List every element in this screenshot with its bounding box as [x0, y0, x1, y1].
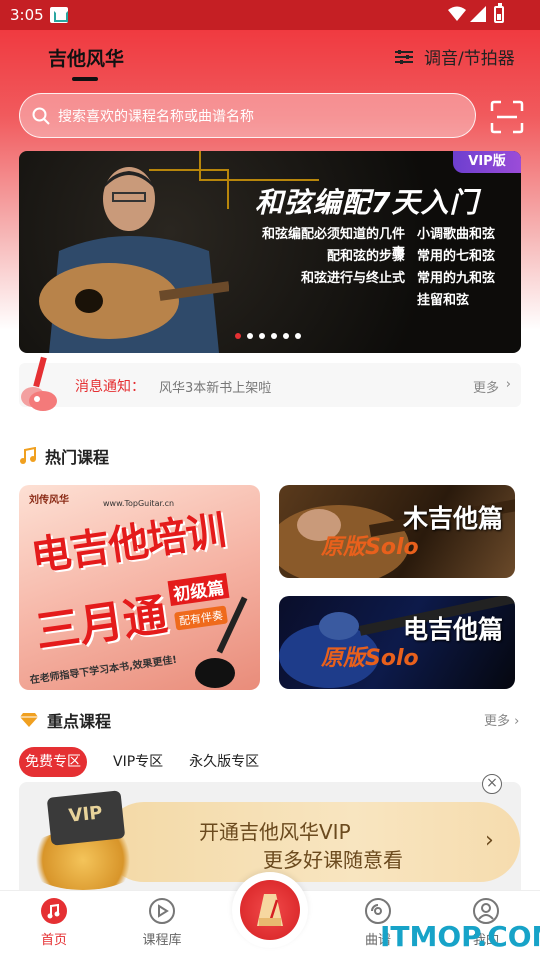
nav-label: 课程库 [142, 933, 182, 948]
banner-topic: 常用的七和弦 [417, 249, 496, 264]
play-library-icon [149, 898, 175, 924]
course-solo-label: 原版Solo [321, 646, 419, 671]
banner-topic: 常用的九和弦 [417, 271, 496, 286]
course-card-electric-3month[interactable]: 刘传风华 www.TopGuitar.cn 电吉他培训 三月通 初级篇 配有伴奏… [19, 485, 260, 690]
diamond-icon [20, 713, 38, 727]
signal-icon [470, 6, 486, 22]
banner-row: 和弦进行与终止式 常用的九和弦 [227, 267, 517, 289]
banner-topic: 挂留和弦 [417, 293, 470, 308]
banner-topic [260, 289, 405, 311]
course-card-electric[interactable]: 电吉他篇 原版Solo [279, 596, 515, 689]
carousel-dot[interactable] [271, 333, 277, 339]
course-title-line2: 三月通 [32, 589, 171, 659]
chevron-right-icon: › [514, 714, 520, 729]
key-courses-more-link[interactable]: 更多 › [484, 710, 519, 729]
tuner-button[interactable]: 调音/节拍器 [394, 44, 515, 69]
notification-app-icon [50, 7, 68, 23]
tab-free[interactable]: 免费专区 [19, 747, 87, 777]
banner-topic: 小调歌曲和弦 [417, 227, 496, 242]
carousel-dot[interactable] [259, 333, 265, 339]
chevron-right-icon[interactable]: › [485, 828, 494, 853]
metronome-icon [257, 894, 283, 926]
scan-icon[interactable] [490, 100, 524, 134]
app-title[interactable]: 吉他风华 [48, 44, 124, 71]
hot-courses-heading: 热门课程 [19, 444, 109, 468]
banner-topic: 配和弦的步骤 [326, 249, 405, 264]
wifi-icon [448, 6, 466, 21]
banner-topic: 和弦编配必须知道的几件事 [261, 227, 405, 261]
nav-course-library[interactable]: 课程库 [122, 897, 202, 948]
close-icon[interactable]: × [482, 774, 502, 794]
banner-topic: 和弦进行与终止式 [300, 271, 405, 286]
banner-row: 配和弦的步骤 常用的七和弦 [227, 245, 517, 267]
carousel-dots[interactable] [235, 333, 301, 339]
title-underline [72, 77, 98, 81]
nav-home[interactable]: 首页 [14, 897, 94, 948]
notice-label: 消息通知： [75, 379, 145, 395]
watermark-text: ITMOP.COM [380, 920, 540, 953]
course-title-line1: 电吉他培训 [28, 507, 228, 581]
banner-row: 挂留和弦 [227, 289, 517, 311]
carousel-dot[interactable] [283, 333, 289, 339]
status-bar: 3:05 [0, 0, 540, 30]
search-icon [32, 107, 50, 125]
promo-line1: 开通吉他风华VIP [199, 820, 351, 844]
banner-row: 和弦编配必须知道的几件事 小调歌曲和弦 [227, 223, 517, 261]
status-time: 3:05 [10, 6, 44, 24]
electric-guitar-image [195, 596, 248, 688]
home-icon [41, 898, 67, 924]
tab-permanent[interactable]: 永久版专区 [189, 747, 259, 777]
course-solo-label: 原版Solo [321, 535, 419, 560]
nav-label: 首页 [40, 933, 67, 948]
course-card-acoustic[interactable]: 木吉他篇 原版Solo [279, 485, 515, 578]
search-placeholder: 搜索喜欢的课程名称或曲谱名称 [58, 108, 254, 125]
notice-message[interactable]: 风华3本新书上架啦 [159, 377, 271, 396]
carousel-dot-active[interactable] [235, 333, 241, 339]
more-label: 更多 [484, 714, 511, 729]
course-tabs: 免费专区 VIP专区 永久版专区 [19, 747, 285, 777]
key-courses-heading: 重点课程 [19, 708, 111, 732]
battery-icon [494, 3, 504, 23]
tuner-label: 调音/节拍器 [424, 49, 515, 69]
metronome-button[interactable] [232, 872, 308, 948]
search-input[interactable]: 搜索喜欢的课程名称或曲谱名称 [19, 93, 476, 138]
key-courses-title: 重点课程 [47, 712, 112, 731]
vip-badge: VIP版 [453, 151, 521, 173]
carousel-dot[interactable] [247, 333, 253, 339]
chevron-right-icon: › [505, 377, 511, 392]
course-logo: 刘传风华 [29, 495, 69, 506]
promo-line2: 更多好课随意看 [263, 848, 403, 872]
guitarist-photo [39, 167, 229, 353]
vip-card-image: VIP [46, 790, 126, 846]
hot-courses-title: 热门课程 [45, 448, 110, 467]
notice-more-link[interactable]: 更多 [473, 377, 499, 396]
music-note-icon [20, 447, 36, 464]
carousel-dot[interactable] [295, 333, 301, 339]
tab-vip[interactable]: VIP专区 [113, 747, 163, 777]
sliders-icon [395, 49, 413, 64]
banner-topics: 和弦编配必须知道的几件事 小调歌曲和弦 配和弦的步骤 常用的七和弦 和弦进行与终止式… [227, 223, 517, 311]
guitar-notice-icon [21, 356, 57, 411]
notice-bar[interactable]: 消息通知： 风华3本新书上架啦 更多 › [19, 363, 521, 407]
promo-banner[interactable]: VIP版 和弦编配7天入门 和弦编配必须知道的几件事 小调歌曲和弦 配和弦的步骤常… [19, 151, 521, 353]
metronome-button-inner [240, 880, 300, 940]
banner-title: 和弦编配7天入门 [255, 186, 479, 219]
